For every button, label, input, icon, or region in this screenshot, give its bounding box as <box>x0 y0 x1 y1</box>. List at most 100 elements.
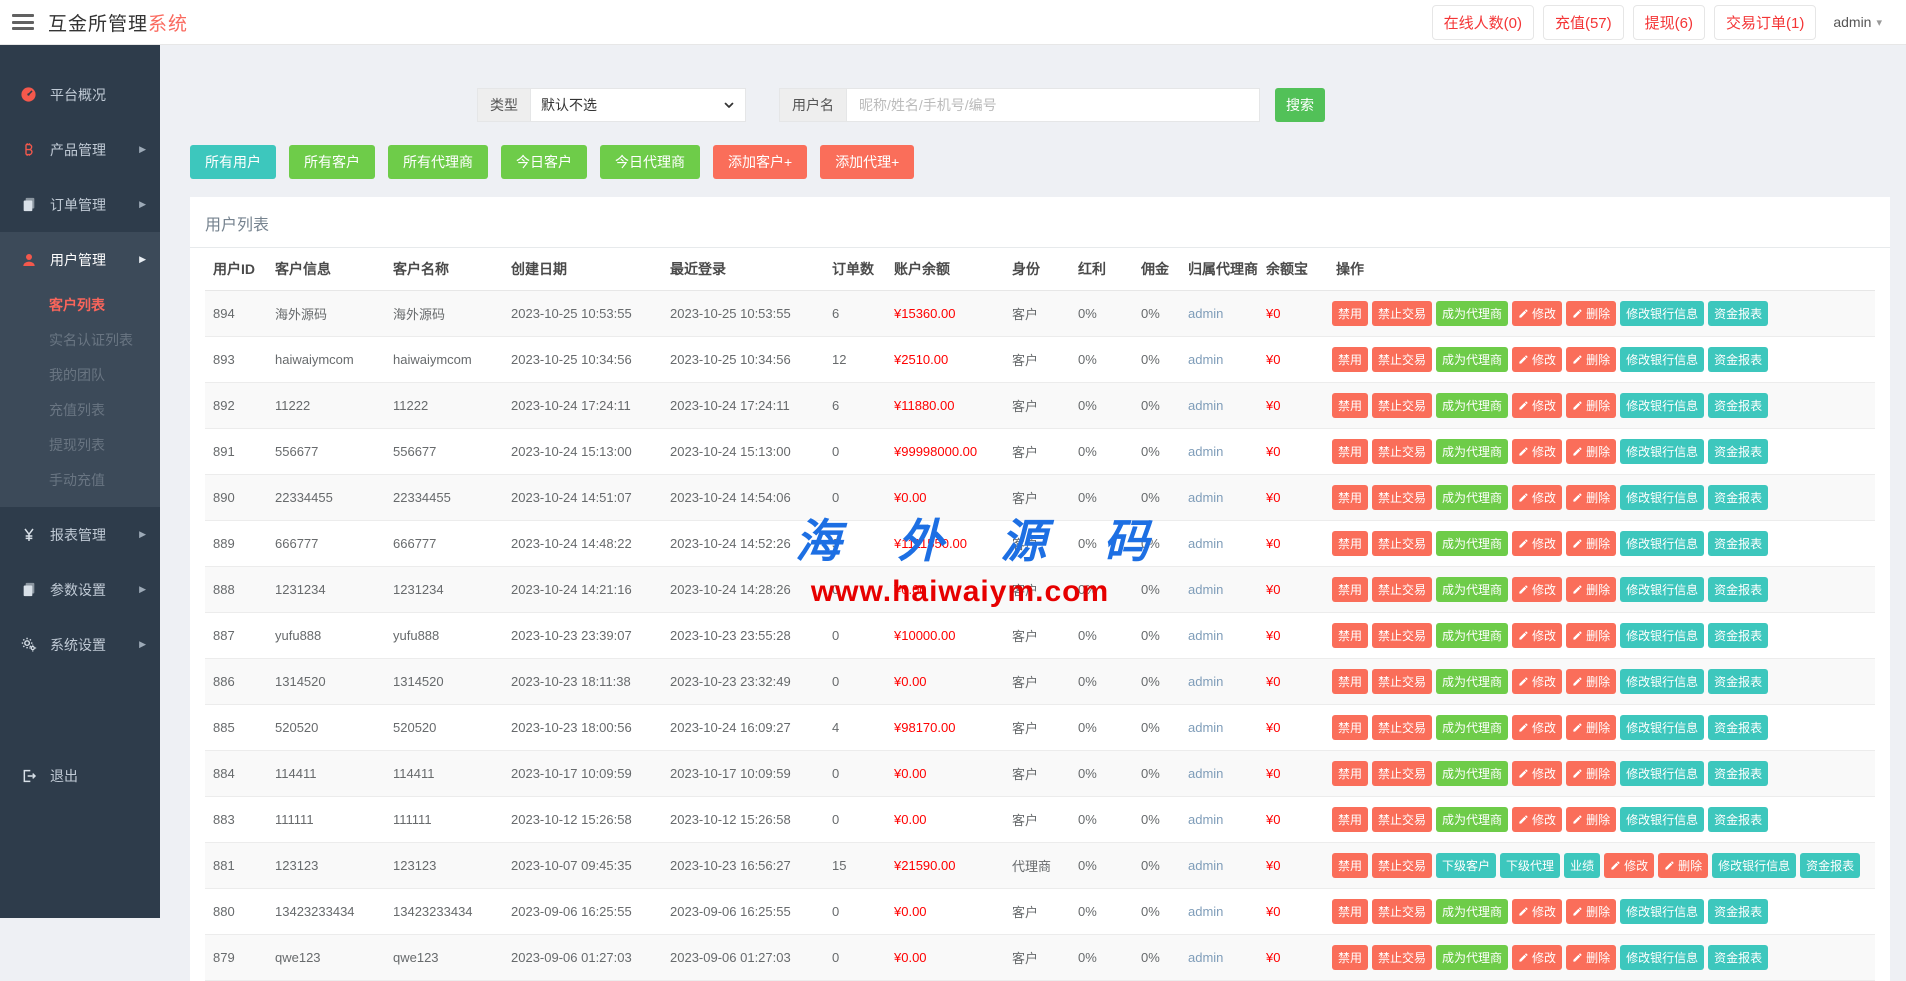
delete-button[interactable]: 删除 <box>1566 761 1616 786</box>
edit-bank-button[interactable]: 修改银行信息 <box>1620 577 1704 602</box>
make-agent-button[interactable]: 成为代理商 <box>1436 301 1508 326</box>
disable-button[interactable]: 禁用 <box>1332 669 1368 694</box>
all-customers-button[interactable]: 所有客户 <box>289 145 375 179</box>
disable-button[interactable]: 禁用 <box>1332 807 1368 832</box>
today-agents-button[interactable]: 今日代理商 <box>600 145 700 179</box>
edit-button[interactable]: 修改 <box>1512 531 1562 556</box>
fund-report-button[interactable]: 资金报表 <box>1708 623 1768 648</box>
delete-button[interactable]: 删除 <box>1566 807 1616 832</box>
agent-link[interactable]: admin <box>1188 858 1223 873</box>
disable-button[interactable]: 禁用 <box>1332 301 1368 326</box>
agent-link[interactable]: admin <box>1188 904 1223 919</box>
edit-bank-button[interactable]: 修改银行信息 <box>1712 853 1796 878</box>
sidebar-item-reports[interactable]: 报表管理▶ <box>0 507 160 562</box>
delete-button[interactable]: 删除 <box>1566 531 1616 556</box>
sidebar-item-dashboard[interactable]: 平台概况 <box>0 67 160 122</box>
agent-link[interactable]: admin <box>1188 766 1223 781</box>
username-input[interactable] <box>846 88 1260 122</box>
fund-report-button[interactable]: 资金报表 <box>1708 347 1768 372</box>
make-agent-button[interactable]: 成为代理商 <box>1436 899 1508 924</box>
forbid-trade-button[interactable]: 禁止交易 <box>1372 393 1432 418</box>
edit-button[interactable]: 修改 <box>1512 577 1562 602</box>
fund-report-button[interactable]: 资金报表 <box>1708 531 1768 556</box>
sub-agents-button[interactable]: 下级代理 <box>1500 853 1560 878</box>
make-agent-button[interactable]: 成为代理商 <box>1436 623 1508 648</box>
forbid-trade-button[interactable]: 禁止交易 <box>1372 669 1432 694</box>
sidebar-item-users[interactable]: 用户管理▶ <box>0 232 160 287</box>
make-agent-button[interactable]: 成为代理商 <box>1436 945 1508 970</box>
sidebar-subitem-manual-recharge[interactable]: 手动充值 <box>0 462 160 497</box>
disable-button[interactable]: 禁用 <box>1332 439 1368 464</box>
forbid-trade-button[interactable]: 禁止交易 <box>1372 439 1432 464</box>
withdraw-button[interactable]: 提现(6) <box>1633 5 1705 40</box>
make-agent-button[interactable]: 成为代理商 <box>1436 807 1508 832</box>
disable-button[interactable]: 禁用 <box>1332 623 1368 648</box>
sidebar-item-params[interactable]: 参数设置▶ <box>0 562 160 617</box>
delete-button[interactable]: 删除 <box>1658 853 1708 878</box>
edit-bank-button[interactable]: 修改银行信息 <box>1620 761 1704 786</box>
sidebar-item-products[interactable]: 产品管理▶ <box>0 122 160 177</box>
delete-button[interactable]: 删除 <box>1566 669 1616 694</box>
agent-link[interactable]: admin <box>1188 398 1223 413</box>
delete-button[interactable]: 删除 <box>1566 945 1616 970</box>
online-users-button[interactable]: 在线人数(0) <box>1432 5 1534 40</box>
edit-button[interactable]: 修改 <box>1512 899 1562 924</box>
admin-menu[interactable]: admin ▾ <box>1825 8 1890 36</box>
disable-button[interactable]: 禁用 <box>1332 485 1368 510</box>
disable-button[interactable]: 禁用 <box>1332 347 1368 372</box>
menu-toggle-icon[interactable] <box>12 14 34 30</box>
forbid-trade-button[interactable]: 禁止交易 <box>1372 945 1432 970</box>
fund-report-button[interactable]: 资金报表 <box>1708 393 1768 418</box>
edit-bank-button[interactable]: 修改银行信息 <box>1620 531 1704 556</box>
today-customers-button[interactable]: 今日客户 <box>501 145 587 179</box>
fund-report-button[interactable]: 资金报表 <box>1708 807 1768 832</box>
edit-bank-button[interactable]: 修改银行信息 <box>1620 807 1704 832</box>
edit-button[interactable]: 修改 <box>1512 347 1562 372</box>
edit-button[interactable]: 修改 <box>1512 485 1562 510</box>
fund-report-button[interactable]: 资金报表 <box>1708 899 1768 924</box>
fund-report-button[interactable]: 资金报表 <box>1708 577 1768 602</box>
agent-link[interactable]: admin <box>1188 950 1223 965</box>
delete-button[interactable]: 删除 <box>1566 623 1616 648</box>
disable-button[interactable]: 禁用 <box>1332 531 1368 556</box>
edit-bank-button[interactable]: 修改银行信息 <box>1620 393 1704 418</box>
sidebar-item-logout[interactable]: 退出 <box>0 748 160 803</box>
edit-button[interactable]: 修改 <box>1512 623 1562 648</box>
agent-link[interactable]: admin <box>1188 352 1223 367</box>
disable-button[interactable]: 禁用 <box>1332 853 1368 878</box>
forbid-trade-button[interactable]: 禁止交易 <box>1372 899 1432 924</box>
make-agent-button[interactable]: 成为代理商 <box>1436 669 1508 694</box>
make-agent-button[interactable]: 成为代理商 <box>1436 439 1508 464</box>
make-agent-button[interactable]: 成为代理商 <box>1436 715 1508 740</box>
forbid-trade-button[interactable]: 禁止交易 <box>1372 853 1432 878</box>
agent-link[interactable]: admin <box>1188 306 1223 321</box>
delete-button[interactable]: 删除 <box>1566 439 1616 464</box>
sidebar-item-orders[interactable]: 订单管理▶ <box>0 177 160 232</box>
make-agent-button[interactable]: 成为代理商 <box>1436 577 1508 602</box>
edit-button[interactable]: 修改 <box>1512 807 1562 832</box>
edit-button[interactable]: 修改 <box>1512 715 1562 740</box>
fund-report-button[interactable]: 资金报表 <box>1708 439 1768 464</box>
make-agent-button[interactable]: 成为代理商 <box>1436 531 1508 556</box>
edit-button[interactable]: 修改 <box>1512 393 1562 418</box>
agent-link[interactable]: admin <box>1188 490 1223 505</box>
forbid-trade-button[interactable]: 禁止交易 <box>1372 807 1432 832</box>
forbid-trade-button[interactable]: 禁止交易 <box>1372 531 1432 556</box>
edit-button[interactable]: 修改 <box>1512 761 1562 786</box>
edit-button[interactable]: 修改 <box>1512 439 1562 464</box>
sidebar-subitem-customer-list[interactable]: 客户列表 <box>0 287 160 322</box>
edit-bank-button[interactable]: 修改银行信息 <box>1620 485 1704 510</box>
sidebar-subitem-withdraw-list[interactable]: 提现列表 <box>0 427 160 462</box>
forbid-trade-button[interactable]: 禁止交易 <box>1372 623 1432 648</box>
forbid-trade-button[interactable]: 禁止交易 <box>1372 347 1432 372</box>
type-select[interactable]: 默认不选 <box>530 88 746 122</box>
agent-link[interactable]: admin <box>1188 720 1223 735</box>
disable-button[interactable]: 禁用 <box>1332 577 1368 602</box>
agent-link[interactable]: admin <box>1188 536 1223 551</box>
disable-button[interactable]: 禁用 <box>1332 761 1368 786</box>
fund-report-button[interactable]: 资金报表 <box>1708 301 1768 326</box>
make-agent-button[interactable]: 成为代理商 <box>1436 761 1508 786</box>
make-agent-button[interactable]: 成为代理商 <box>1436 393 1508 418</box>
delete-button[interactable]: 删除 <box>1566 577 1616 602</box>
fund-report-button[interactable]: 资金报表 <box>1708 761 1768 786</box>
